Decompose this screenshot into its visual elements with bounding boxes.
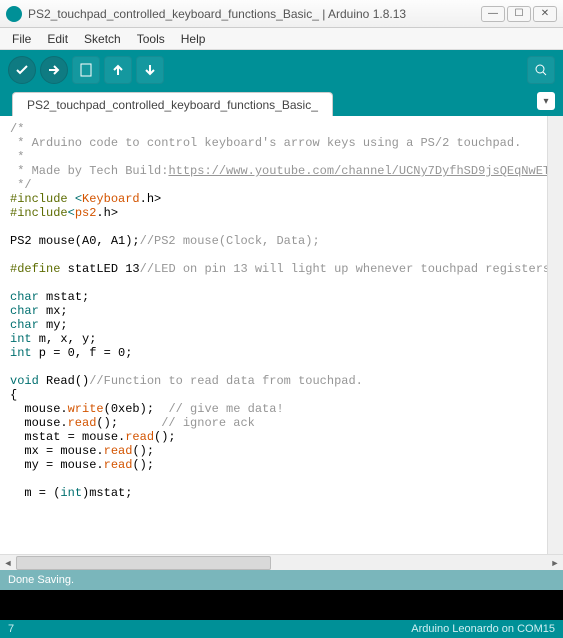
new-button[interactable] — [72, 56, 100, 84]
arrow-down-icon — [142, 62, 158, 78]
menu-file[interactable]: File — [4, 30, 39, 48]
tab-sketch[interactable]: PS2_touchpad_controlled_keyboard_functio… — [12, 92, 333, 116]
window-title: PS2_touchpad_controlled_keyboard_functio… — [28, 7, 481, 21]
window-controls: — ☐ ✕ — [481, 6, 557, 22]
menu-sketch[interactable]: Sketch — [76, 30, 129, 48]
tab-bar: PS2_touchpad_controlled_keyboard_functio… — [0, 90, 563, 116]
scroll-right-icon[interactable]: ► — [547, 555, 563, 571]
verify-button[interactable] — [8, 56, 36, 84]
save-button[interactable] — [136, 56, 164, 84]
line-number: 7 — [8, 623, 14, 635]
close-button[interactable]: ✕ — [533, 6, 557, 22]
menu-tools[interactable]: Tools — [129, 30, 173, 48]
editor-area: /* * Arduino code to control keyboard's … — [0, 116, 563, 554]
scroll-left-icon[interactable]: ◄ — [0, 555, 16, 571]
arrow-right-icon — [46, 62, 62, 78]
status-message: Done Saving. — [8, 574, 74, 586]
status-bar: Done Saving. — [0, 570, 563, 590]
check-icon — [14, 62, 30, 78]
scroll-track[interactable] — [16, 556, 547, 570]
window-titlebar: PS2_touchpad_controlled_keyboard_functio… — [0, 0, 563, 28]
serial-monitor-icon — [533, 62, 549, 78]
scroll-thumb[interactable] — [16, 556, 271, 570]
open-button[interactable] — [104, 56, 132, 84]
console-output[interactable] — [0, 590, 563, 620]
tab-menu-button[interactable]: ▾ — [537, 92, 555, 110]
toolbar — [0, 50, 563, 90]
serial-monitor-button[interactable] — [527, 56, 555, 84]
new-file-icon — [78, 62, 94, 78]
minimize-button[interactable]: — — [481, 6, 505, 22]
arrow-up-icon — [110, 62, 126, 78]
menu-help[interactable]: Help — [173, 30, 214, 48]
app-icon — [6, 6, 22, 22]
footer-bar: 7 Arduino Leonardo on COM15 — [0, 620, 563, 638]
vertical-scrollbar[interactable] — [547, 116, 563, 554]
horizontal-scrollbar[interactable]: ◄ ► — [0, 554, 563, 570]
menu-edit[interactable]: Edit — [39, 30, 76, 48]
code-editor[interactable]: /* * Arduino code to control keyboard's … — [0, 116, 547, 554]
upload-button[interactable] — [40, 56, 68, 84]
maximize-button[interactable]: ☐ — [507, 6, 531, 22]
board-info: Arduino Leonardo on COM15 — [411, 623, 555, 635]
menubar: File Edit Sketch Tools Help — [0, 28, 563, 50]
